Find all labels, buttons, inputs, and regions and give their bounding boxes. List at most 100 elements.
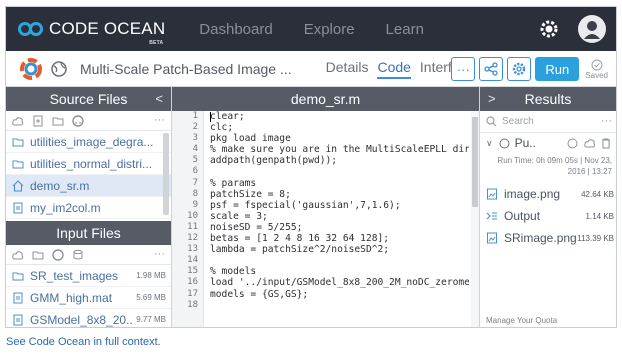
code-line[interactable]: % make sure you are in the MultiScaleEPL… <box>210 144 469 155</box>
tab-code[interactable]: Code <box>377 59 411 79</box>
nav-explore[interactable]: Explore <box>304 21 355 38</box>
github-icon[interactable] <box>72 114 84 127</box>
nav-learn[interactable]: Learn <box>386 21 424 38</box>
new-folder-icon[interactable] <box>52 115 64 127</box>
run-button[interactable]: Run <box>535 57 580 81</box>
line-number: 5 <box>192 155 198 166</box>
environment-settings-button[interactable] <box>507 57 532 81</box>
result-file-item[interactable]: Output 1.14 KB <box>480 205 616 227</box>
code-line[interactable] <box>210 300 469 311</box>
collapse-chevron-icon[interactable]: < <box>155 91 163 106</box>
input-files-more-button[interactable]: ··· <box>154 248 165 260</box>
chevron-down-icon[interactable]: ∨ <box>486 138 493 149</box>
result-file-size: 1.14 KB <box>585 211 614 221</box>
code-line[interactable]: patchSize = 8; <box>210 189 469 200</box>
share-icon <box>484 62 498 76</box>
top-navbar: CODE OCEAN BETA Dashboard Explore Learn <box>6 7 616 51</box>
github-icon[interactable] <box>52 248 64 261</box>
editor-scrollbar[interactable] <box>471 111 479 327</box>
source-file-item[interactable]: utilities_normal_distri... <box>6 153 171 175</box>
settings-gear-icon[interactable] <box>536 16 562 42</box>
check-circle-icon <box>591 59 603 70</box>
document-icon <box>13 314 23 325</box>
results-panel: > Results Search ··· ∨ Pu.. Run Time: 0h… <box>480 87 616 327</box>
code-lines[interactable]: clear; clc; pkg load image % make sure y… <box>210 111 469 327</box>
line-number: 9 <box>192 199 198 210</box>
code-line[interactable]: lambda = patchSize^2/noiseSD^2; <box>210 244 469 255</box>
main-nav: Dashboard Explore Learn <box>199 21 455 38</box>
code-line[interactable]: addpath(genpath(pwd)); <box>210 155 469 166</box>
code-line[interactable]: % params <box>210 178 469 189</box>
code-line[interactable]: psf = fspecial('gaussian',7,1.6); <box>210 200 469 211</box>
editor-scrollbar-thumb[interactable] <box>472 117 478 207</box>
source-files-scrollbar[interactable] <box>163 133 169 215</box>
user-avatar[interactable] <box>578 15 606 43</box>
result-file-item[interactable]: SRimage.png 113.39 KB <box>480 227 616 249</box>
line-number: 1 <box>192 111 198 121</box>
share-button[interactable] <box>479 57 504 81</box>
cloud-upload-icon[interactable] <box>12 249 24 261</box>
image-file-icon <box>487 232 497 244</box>
brand-name: CODE OCEAN BETA <box>49 19 166 46</box>
code-line[interactable] <box>210 255 469 266</box>
code-line[interactable]: clc; <box>210 122 469 133</box>
run-item[interactable]: ∨ Pu.. <box>480 133 616 153</box>
tab-details[interactable]: Details <box>326 59 369 79</box>
manage-quota-link[interactable]: Manage Your Quota <box>486 316 557 325</box>
document-icon <box>13 292 23 303</box>
code-editor[interactable]: 1 2 3 4 5 6 7 8 9 10 11 12 13 14 15 16 1 <box>172 111 479 327</box>
result-file-name: SRimage.png <box>504 231 577 245</box>
file-name: utilities_image_degra... <box>30 134 154 149</box>
input-file-item[interactable]: GMM_high.mat 5.69 MB <box>6 287 171 309</box>
file-size: 1.98 MB <box>136 271 166 280</box>
nav-dashboard[interactable]: Dashboard <box>199 21 272 38</box>
files-panel: Source Files < ··· utilities_image_degra… <box>6 87 172 327</box>
globe-icon[interactable] <box>50 60 68 78</box>
source-file-item[interactable]: my_im2col.m <box>6 197 171 219</box>
code-line[interactable]: pkg load image <box>210 133 469 144</box>
new-file-icon[interactable] <box>32 115 44 127</box>
info-icon[interactable] <box>567 138 578 149</box>
code-line[interactable]: models = {GS,GS}; <box>210 289 469 300</box>
line-number: 3 <box>192 133 198 144</box>
result-file-name: Output <box>504 209 541 223</box>
trash-icon[interactable] <box>601 138 611 149</box>
code-line[interactable]: % models <box>210 266 469 277</box>
source-file-item[interactable]: utilities_image_degra... <box>6 131 171 153</box>
more-options-button[interactable]: ··· <box>451 57 476 81</box>
expand-chevron-icon[interactable]: > <box>488 91 496 106</box>
line-number: 2 <box>192 122 198 133</box>
input-file-item[interactable]: GSModel_8x8_20.. 9.77 MB <box>6 309 171 327</box>
input-files-header: Input Files <box>6 221 171 245</box>
source-file-item-selected[interactable]: demo_sr.m <box>6 175 171 197</box>
source-files-more-button[interactable]: ··· <box>154 114 165 126</box>
file-size: 5.69 MB <box>136 293 166 302</box>
top-right-actions <box>536 15 606 43</box>
line-number: 14 <box>187 255 198 266</box>
file-name: my_im2col.m <box>30 200 101 215</box>
cloud-upload-icon[interactable] <box>12 115 24 127</box>
code-line[interactable]: clear; <box>210 111 469 122</box>
brand-logo[interactable]: CODE OCEAN BETA <box>18 19 166 46</box>
full-context-link[interactable]: See Code Ocean in full context. <box>6 336 161 348</box>
main-file-home-icon <box>12 179 24 192</box>
line-number: 17 <box>187 288 198 299</box>
result-file-item[interactable]: image.png 42.64 KB <box>480 183 616 205</box>
results-search[interactable]: Search ··· <box>480 111 616 133</box>
folder-icon <box>12 160 24 168</box>
code-line[interactable]: noiseSD = 5/255; <box>210 222 469 233</box>
result-file-name: image.png <box>504 187 561 201</box>
database-icon[interactable] <box>72 249 84 261</box>
cloud-download-icon[interactable] <box>584 138 595 149</box>
code-line[interactable]: scale = 3; <box>210 211 469 222</box>
line-number: 10 <box>187 210 198 221</box>
code-line[interactable]: load '../input/GSModel_8x8_200_2M_noDC_z… <box>210 277 469 288</box>
results-more-button[interactable]: ··· <box>601 115 612 127</box>
code-ocean-window: CODE OCEAN BETA Dashboard Explore Learn <box>5 6 617 328</box>
file-name: GSModel_8x8_20.. <box>30 312 133 327</box>
input-file-item[interactable]: SR_test_images 1.98 MB <box>6 265 171 287</box>
search-input[interactable]: Search <box>502 116 534 127</box>
code-line[interactable] <box>210 166 469 177</box>
new-folder-icon[interactable] <box>32 249 44 261</box>
code-line[interactable]: betas = [1 2 4 8 16 32 64 128]; <box>210 233 469 244</box>
